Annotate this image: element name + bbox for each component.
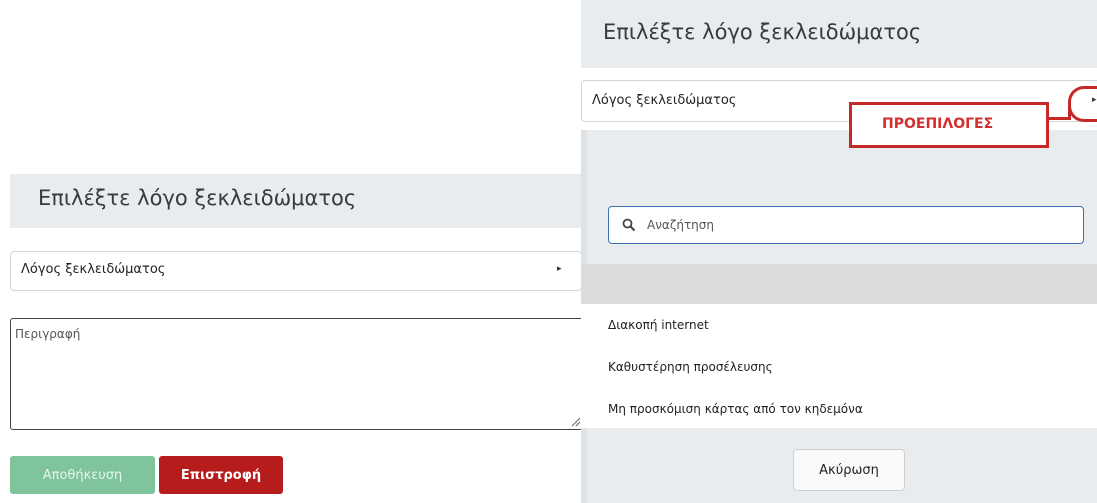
option-late-arrival[interactable]: Καθυστέρηση προσέλευσης [608, 360, 773, 374]
presets-annotation-label: ΠΡΟΕΠΙΛΟΓΕΣ [882, 116, 994, 132]
dialog-title: Επιλέξτε λόγο ξεκλειδώματος [603, 20, 922, 44]
option-no-guardian-card[interactable]: Μη προσκόμιση κάρτας από τον κηδεμόνα [608, 402, 863, 416]
unlock-reason-select-label: Λόγος ξεκλειδώματος [592, 93, 737, 108]
search-placeholder: Αναζήτηση [647, 218, 714, 232]
back-button[interactable]: Επιστροφή [159, 456, 283, 494]
unlock-reason-select-label: Λόγος ξεκλειδώματος [21, 262, 166, 277]
annotation-connector [1068, 104, 1071, 120]
dialog-header: Επιλέξτε λόγο ξεκλειδώματος [581, 0, 1097, 68]
options-list-header [581, 264, 1097, 304]
save-button[interactable]: Αποθήκευση [10, 456, 155, 494]
presets-annotation: ΠΡΟΕΠΙΛΟΓΕΣ [849, 102, 1049, 148]
annotation-connector [1049, 117, 1070, 120]
option-internet-outage[interactable]: Διακοπή internet [608, 318, 709, 332]
caret-right-icon: ▸ [557, 264, 562, 274]
cancel-button[interactable]: Ακύρωση [793, 449, 905, 491]
dialog-header: Επιλέξτε λόγο ξεκλειδώματος [10, 174, 584, 228]
unlock-reason-select[interactable]: Λόγος ξεκλειδώματος ▸ [10, 251, 582, 291]
search-input[interactable]: Αναζήτηση [608, 206, 1084, 244]
description-textarea[interactable]: Περιγραφή [10, 318, 584, 430]
unlock-reason-dialog-expanded: Επιλέξτε λόγο ξεκλειδώματος Λόγος ξεκλει… [581, 0, 1097, 503]
description-placeholder: Περιγραφή [15, 327, 81, 341]
dialog-title: Επιλέξτε λόγο ξεκλειδώματος [38, 186, 357, 210]
resize-handle-icon[interactable] [571, 417, 581, 427]
unlock-reason-dialog: Επιλέξτε λόγο ξεκλειδώματος Λόγος ξεκλει… [10, 174, 584, 503]
caret-right-icon[interactable]: ▸ [1092, 95, 1097, 105]
search-icon [622, 218, 636, 232]
